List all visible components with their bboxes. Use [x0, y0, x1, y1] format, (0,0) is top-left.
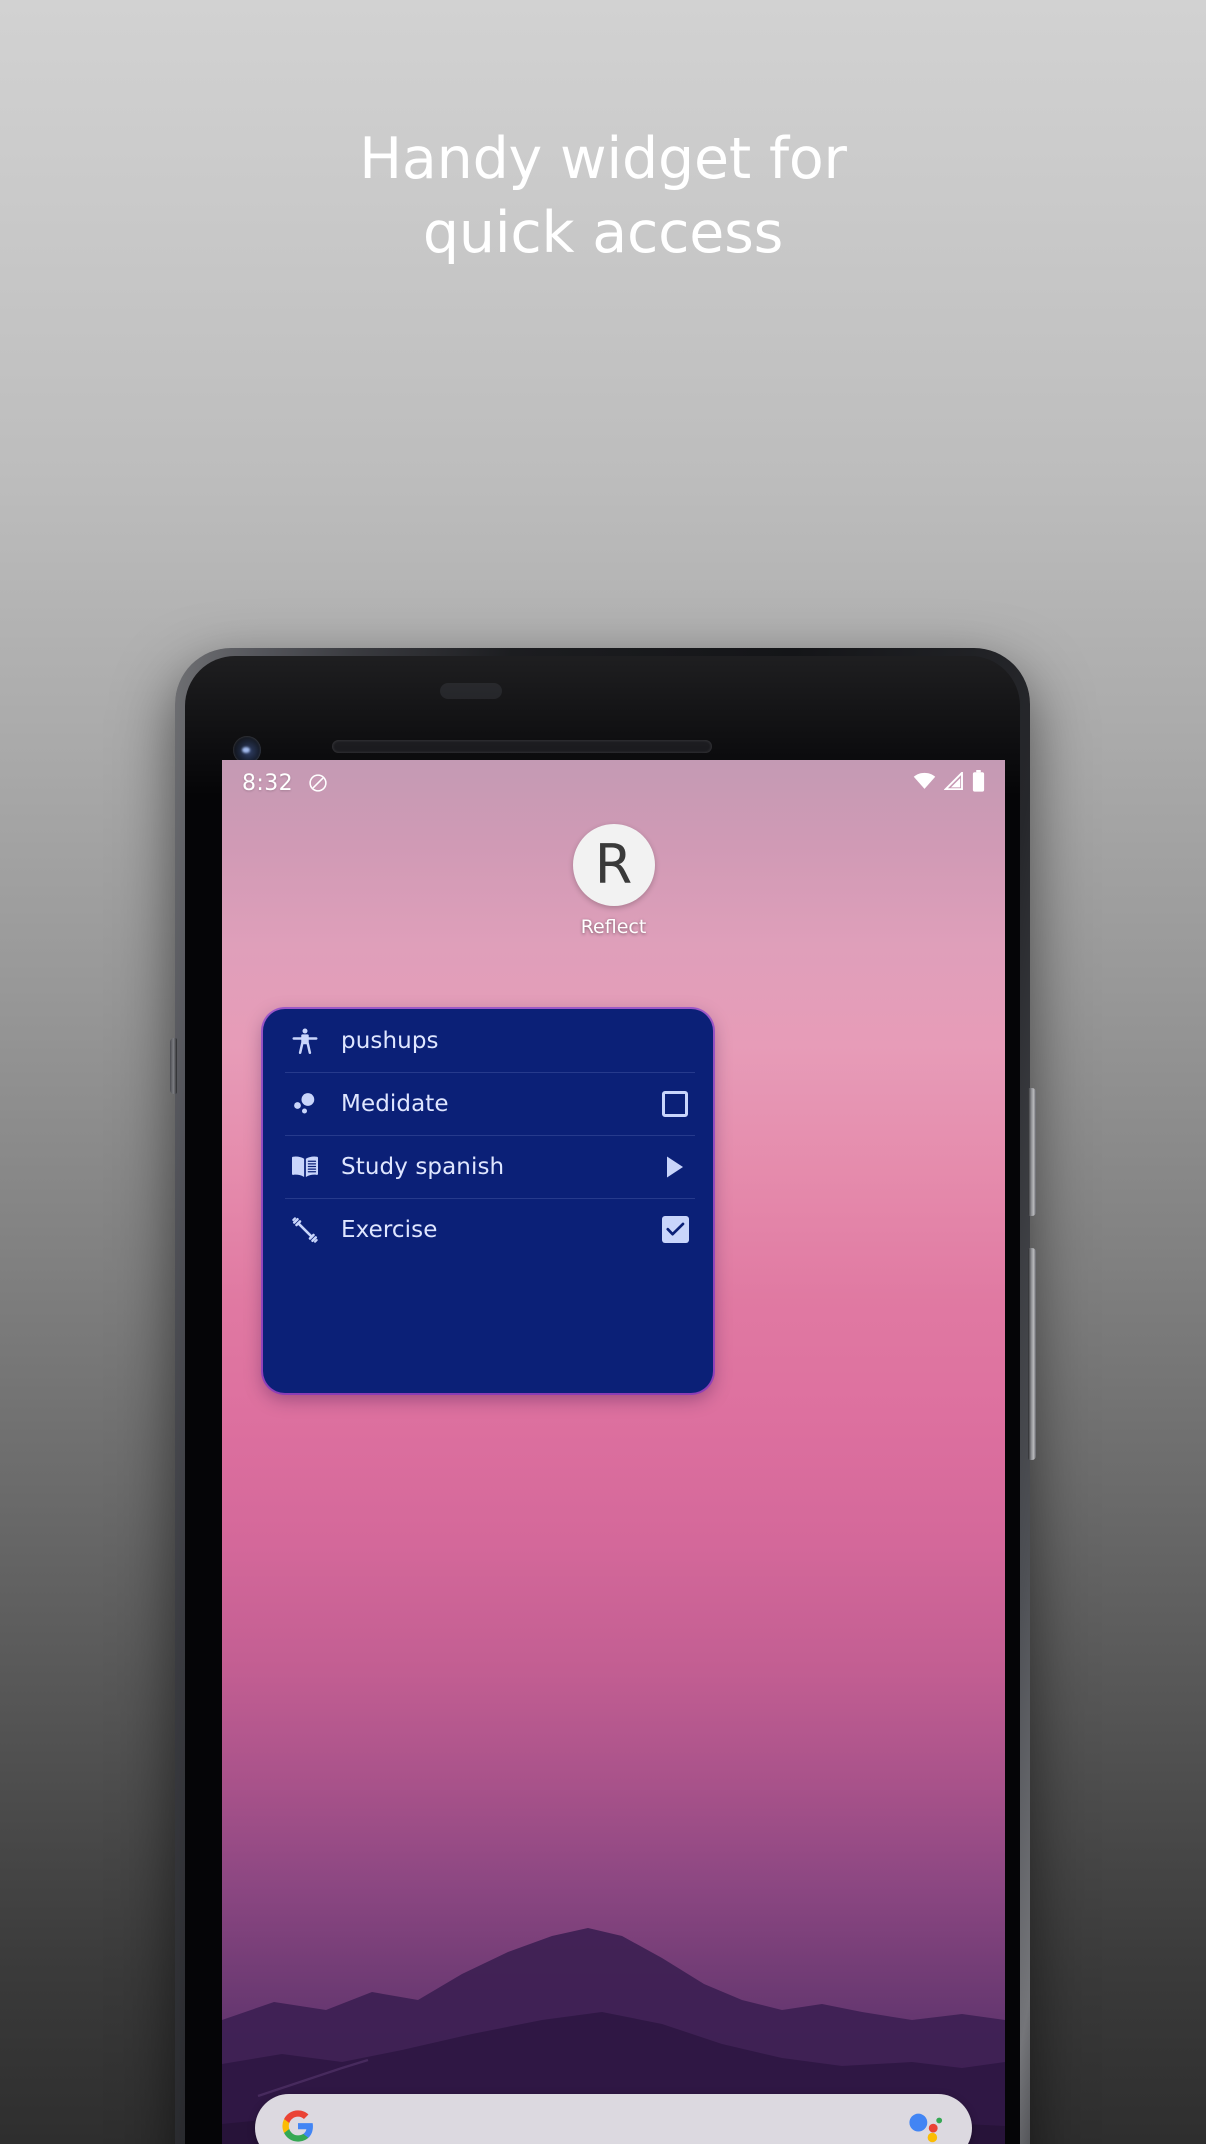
widget-row-medidate[interactable]: Medidate: [263, 1072, 713, 1135]
google-g-icon[interactable]: [281, 2109, 315, 2144]
promo-screenshot: Handy widget for quick access 8:32 R Ref…: [0, 0, 1206, 2144]
widget-row-checkbox[interactable]: [659, 1088, 691, 1120]
phone-screen: 8:32 R Reflect pushups Medidate Study sp…: [222, 760, 1005, 2144]
widget-row-trailing-none: [659, 1025, 691, 1057]
checkbox-checked-icon[interactable]: [661, 1216, 689, 1243]
widget-row-pushups[interactable]: pushups: [263, 1009, 713, 1072]
top-sensor-slot: [440, 683, 502, 699]
reflect-widget[interactable]: pushups Medidate Study spanish Exercise: [263, 1009, 713, 1393]
open-book-icon: [288, 1150, 322, 1184]
volume-button[interactable]: [1028, 1248, 1036, 1460]
status-time: 8:32: [242, 770, 294, 796]
widget-row-label: Study spanish: [341, 1153, 505, 1180]
google-search-bar[interactable]: [255, 2094, 972, 2144]
app-icon-label: Reflect: [580, 916, 647, 938]
sim-tray: [170, 1038, 177, 1094]
widget-row-label: Exercise: [341, 1216, 438, 1243]
status-icons-group: [913, 770, 985, 796]
meditation-bubbles-icon: [288, 1087, 322, 1121]
checkbox-unchecked-icon[interactable]: [662, 1090, 688, 1117]
wifi-icon: [913, 772, 936, 794]
cell-signal-icon: [943, 770, 964, 794]
widget-row-label: pushups: [341, 1027, 439, 1054]
widget-row-play-button[interactable]: [659, 1151, 691, 1183]
power-button[interactable]: [1028, 1088, 1036, 1216]
dumbbell-icon: [288, 1213, 322, 1247]
app-icon[interactable]: R: [572, 824, 655, 906]
phone-front-glass: 8:32 R Reflect pushups Medidate Study sp…: [185, 656, 1020, 2144]
page-title: Handy widget for quick access: [359, 126, 847, 266]
widget-row-checkbox[interactable]: [659, 1214, 691, 1246]
status-bar: 8:32: [222, 760, 1005, 806]
play-triangle-icon[interactable]: [664, 1155, 686, 1179]
earpiece-speaker-icon: [332, 740, 712, 753]
accessibility-person-icon: [288, 1024, 322, 1058]
widget-row-study-spanish[interactable]: Study spanish: [263, 1135, 713, 1198]
phone-device: 8:32 R Reflect pushups Medidate Study sp…: [170, 648, 1036, 2144]
do-not-disturb-icon: [307, 772, 329, 794]
widget-row-label: Medidate: [341, 1090, 449, 1117]
widget-row-exercise[interactable]: Exercise: [263, 1198, 713, 1261]
app-shortcut-reflect[interactable]: R Reflect: [222, 824, 1005, 938]
battery-icon: [972, 770, 985, 796]
google-assistant-icon[interactable]: [906, 2109, 946, 2144]
